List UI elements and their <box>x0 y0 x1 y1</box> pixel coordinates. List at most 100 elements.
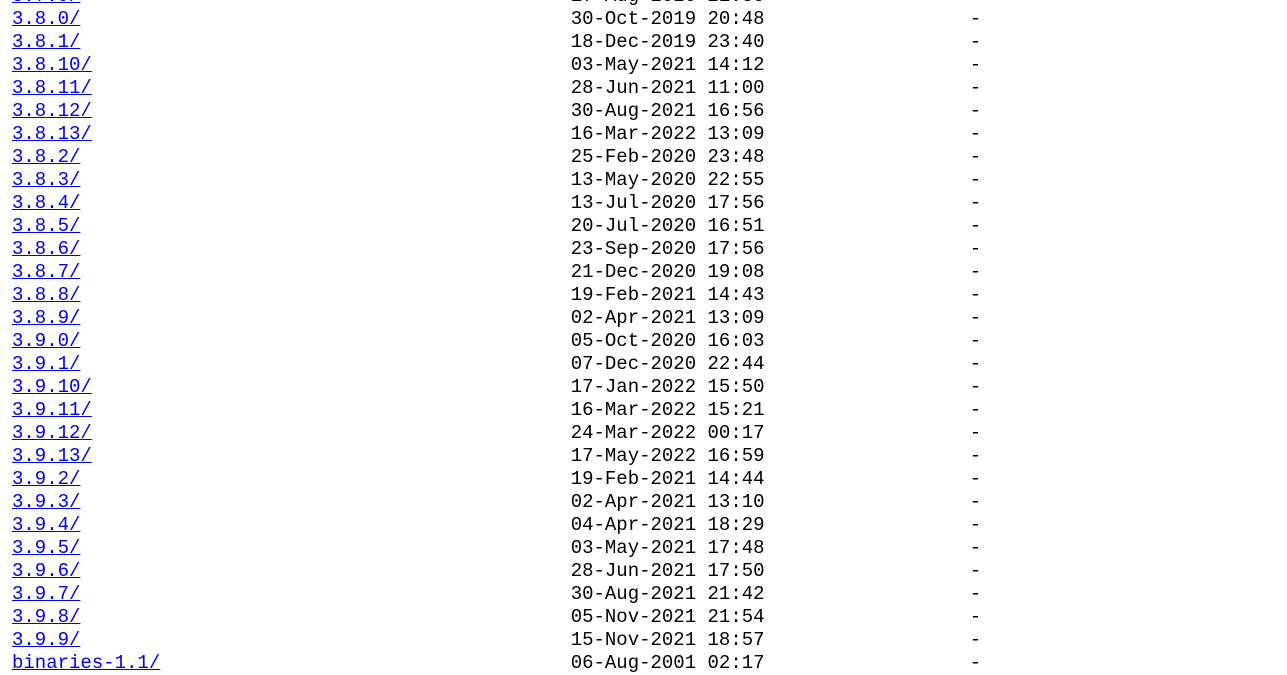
table-row: 3.9.8/ 05-Nov-2021 21:54 - <box>12 606 1287 629</box>
directory-link[interactable]: 3.9.12/ <box>12 422 92 444</box>
directory-link[interactable]: 3.9.3/ <box>12 491 80 513</box>
name-cell: 3.9.8/ <box>12 606 571 629</box>
directory-link[interactable]: 3.9.7/ <box>12 583 80 605</box>
name-cell: 3.8.0/ <box>12 8 571 31</box>
size-cell: - <box>765 376 982 399</box>
directory-link[interactable]: 3.8.9/ <box>12 307 80 329</box>
table-row: 3.9.3/ 02-Apr-2021 13:10 - <box>12 491 1287 514</box>
directory-link[interactable]: 3.8.2/ <box>12 146 80 168</box>
name-cell: 3.8.6/ <box>12 238 571 261</box>
table-row: 3.8.3/ 13-May-2020 22:55 - <box>12 169 1287 192</box>
date-cell: 07-Dec-2020 22:44 <box>571 353 765 376</box>
size-cell: - <box>765 491 982 514</box>
date-cell: 03-May-2021 17:48 <box>571 537 765 560</box>
table-row: 3.7.9/ 17-Aug-2020 21:35 - <box>12 0 1287 8</box>
size-cell: - <box>765 422 982 445</box>
table-row: 3.9.2/ 19-Feb-2021 14:44 - <box>12 468 1287 491</box>
table-row: 3.8.11/ 28-Jun-2021 11:00 - <box>12 77 1287 100</box>
table-row: 3.8.13/ 16-Mar-2022 13:09 - <box>12 123 1287 146</box>
directory-link[interactable]: binaries-1.1/ <box>12 652 160 674</box>
size-cell: - <box>765 353 982 376</box>
size-cell: - <box>765 560 982 583</box>
date-cell: 19-Feb-2021 14:43 <box>571 284 765 307</box>
date-cell: 19-Feb-2021 14:44 <box>571 468 765 491</box>
table-row: 3.8.2/ 25-Feb-2020 23:48 - <box>12 146 1287 169</box>
date-cell: 23-Sep-2020 17:56 <box>571 238 765 261</box>
date-cell: 30-Aug-2021 16:56 <box>571 100 765 123</box>
table-row: 3.8.6/ 23-Sep-2020 17:56 - <box>12 238 1287 261</box>
name-cell: 3.8.8/ <box>12 284 571 307</box>
date-cell: 16-Mar-2022 13:09 <box>571 123 765 146</box>
size-cell: - <box>765 215 982 238</box>
directory-link[interactable]: 3.9.13/ <box>12 445 92 467</box>
directory-link[interactable]: 3.8.1/ <box>12 31 80 53</box>
table-row: 3.9.6/ 28-Jun-2021 17:50 - <box>12 560 1287 583</box>
name-cell: 3.9.5/ <box>12 537 571 560</box>
size-cell: - <box>765 192 982 215</box>
date-cell: 05-Oct-2020 16:03 <box>571 330 765 353</box>
date-cell: 13-Jul-2020 17:56 <box>571 192 765 215</box>
size-cell: - <box>765 31 982 54</box>
date-cell: 30-Aug-2021 21:42 <box>571 583 765 606</box>
date-cell: 05-Nov-2021 21:54 <box>571 606 765 629</box>
directory-link[interactable]: 3.7.9/ <box>12 0 80 7</box>
name-cell: 3.9.11/ <box>12 399 571 422</box>
directory-link[interactable]: 3.8.8/ <box>12 284 80 306</box>
directory-listing: 3.7.9/ 17-Aug-2020 21:35 -3.8.0/ 30-Oct-… <box>0 0 1287 675</box>
table-row: 3.8.9/ 02-Apr-2021 13:09 - <box>12 307 1287 330</box>
size-cell: - <box>765 399 982 422</box>
size-cell: - <box>765 261 982 284</box>
directory-link[interactable]: 3.9.1/ <box>12 353 80 375</box>
table-row: 3.8.8/ 19-Feb-2021 14:43 - <box>12 284 1287 307</box>
directory-link[interactable]: 3.9.2/ <box>12 468 80 490</box>
name-cell: 3.8.1/ <box>12 31 571 54</box>
date-cell: 20-Jul-2020 16:51 <box>571 215 765 238</box>
directory-link[interactable]: 3.8.13/ <box>12 123 92 145</box>
directory-link[interactable]: 3.9.5/ <box>12 537 80 559</box>
size-cell: - <box>765 514 982 537</box>
name-cell: 3.9.4/ <box>12 514 571 537</box>
name-cell: 3.9.0/ <box>12 330 571 353</box>
directory-link[interactable]: 3.9.8/ <box>12 606 80 628</box>
name-cell: 3.7.9/ <box>12 0 571 8</box>
size-cell: - <box>765 8 982 31</box>
name-cell: 3.9.2/ <box>12 468 571 491</box>
directory-link[interactable]: 3.9.6/ <box>12 560 80 582</box>
size-cell: - <box>765 330 982 353</box>
size-cell: - <box>765 468 982 491</box>
directory-link[interactable]: 3.8.4/ <box>12 192 80 214</box>
directory-link[interactable]: 3.9.0/ <box>12 330 80 352</box>
size-cell: - <box>765 123 982 146</box>
directory-link[interactable]: 3.9.11/ <box>12 399 92 421</box>
directory-link[interactable]: 3.8.12/ <box>12 100 92 122</box>
directory-link[interactable]: 3.9.9/ <box>12 629 80 651</box>
directory-link[interactable]: 3.8.7/ <box>12 261 80 283</box>
table-row: 3.8.0/ 30-Oct-2019 20:48 - <box>12 8 1287 31</box>
size-cell: - <box>765 146 982 169</box>
name-cell: 3.9.1/ <box>12 353 571 376</box>
date-cell: 30-Oct-2019 20:48 <box>571 8 765 31</box>
table-row: 3.8.7/ 21-Dec-2020 19:08 - <box>12 261 1287 284</box>
date-cell: 13-May-2020 22:55 <box>571 169 765 192</box>
directory-link[interactable]: 3.9.4/ <box>12 514 80 536</box>
date-cell: 25-Feb-2020 23:48 <box>571 146 765 169</box>
size-cell: - <box>765 606 982 629</box>
table-row: 3.8.5/ 20-Jul-2020 16:51 - <box>12 215 1287 238</box>
size-cell: - <box>765 100 982 123</box>
name-cell: 3.9.3/ <box>12 491 571 514</box>
name-cell: 3.8.11/ <box>12 77 571 100</box>
directory-link[interactable]: 3.8.5/ <box>12 215 80 237</box>
size-cell: - <box>765 583 982 606</box>
directory-link[interactable]: 3.8.0/ <box>12 8 80 30</box>
directory-link[interactable]: 3.8.6/ <box>12 238 80 260</box>
size-cell: - <box>765 284 982 307</box>
directory-link[interactable]: 3.8.11/ <box>12 77 92 99</box>
directory-link[interactable]: 3.9.10/ <box>12 376 92 398</box>
size-cell: - <box>765 54 982 77</box>
directory-link[interactable]: 3.8.3/ <box>12 169 80 191</box>
size-cell: - <box>765 307 982 330</box>
directory-link[interactable]: 3.8.10/ <box>12 54 92 76</box>
table-row: 3.9.12/ 24-Mar-2022 00:17 - <box>12 422 1287 445</box>
date-cell: 17-Aug-2020 21:35 <box>571 0 765 8</box>
date-cell: 02-Apr-2021 13:10 <box>571 491 765 514</box>
